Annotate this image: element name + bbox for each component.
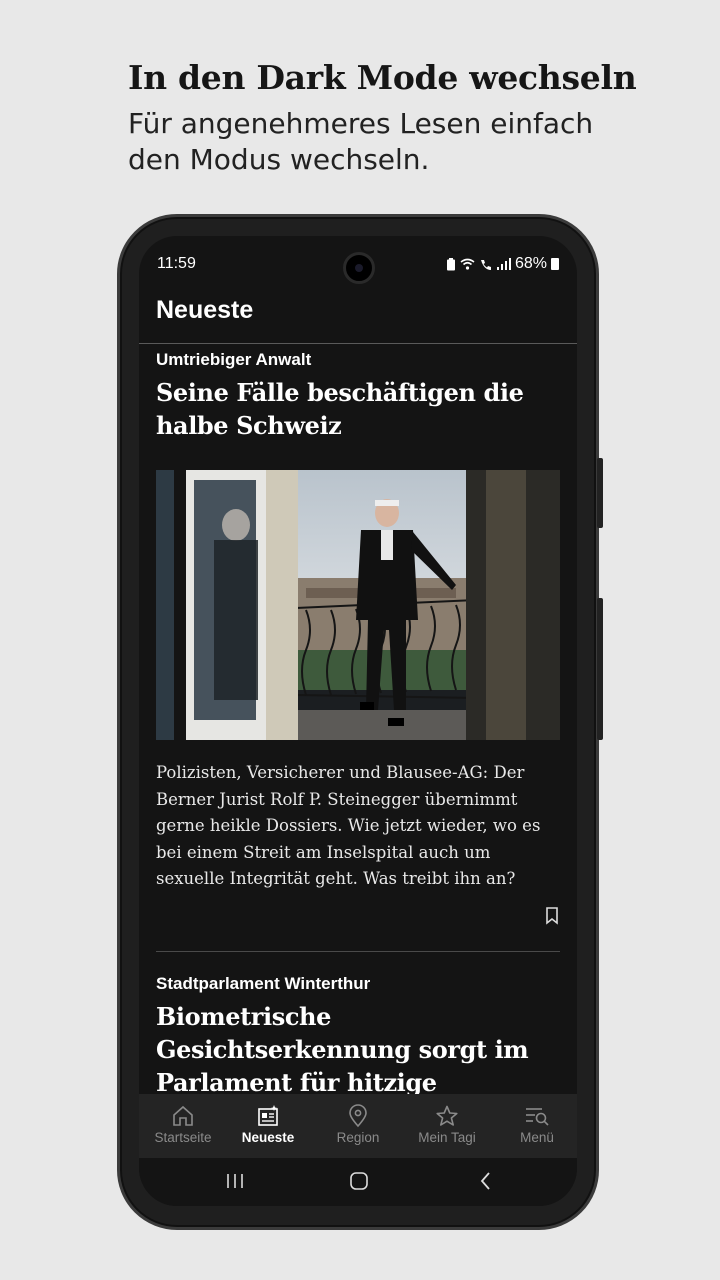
menu-search-icon (526, 1108, 549, 1126)
article-card[interactable]: Umtriebiger Anwalt Seine Fälle beschäfti… (156, 350, 560, 952)
phone-screen: 11:59 68% Neueste Umtriebiger Anwalt Sei… (139, 236, 577, 1206)
battery-saver-icon (446, 257, 455, 270)
battery-icon (551, 258, 559, 270)
article-feed[interactable]: Umtriebiger Anwalt Seine Fälle beschäfti… (156, 344, 560, 1132)
tab-menu[interactable]: Menü (493, 1094, 577, 1158)
volume-button (597, 458, 603, 528)
front-camera (343, 252, 375, 284)
tab-neueste[interactable]: Neueste (224, 1094, 312, 1158)
lawyer-photo (156, 470, 560, 740)
status-time: 11:59 (157, 255, 196, 272)
tab-label: Region (336, 1130, 380, 1145)
article-image[interactable] (156, 470, 560, 740)
battery-percent: 68% (514, 255, 547, 272)
status-bar: 11:59 68% (139, 236, 577, 294)
status-icons: 68% (446, 255, 559, 273)
back-icon[interactable] (476, 1170, 496, 1192)
tab-label: Startseite (154, 1130, 212, 1145)
article-lead: Polizisten, Versicherer und Blausee-AG: … (156, 763, 541, 888)
signal-icon (496, 258, 511, 270)
tab-mein-tagi[interactable]: Mein Tagi (403, 1094, 491, 1158)
tab-startseite[interactable]: Startseite (139, 1094, 227, 1158)
promo-subtitle: Für angenehmeres Lesen einfach den Modus… (128, 107, 594, 176)
article-kicker: Stadtparlament Winterthur (156, 973, 371, 993)
page-title: Neueste (156, 296, 254, 324)
wifi-call-icon (480, 259, 491, 270)
system-nav-bar (139, 1158, 577, 1206)
power-button (597, 598, 603, 740)
newspaper-icon (258, 1105, 278, 1126)
article-headline[interactable]: Seine Fälle beschäftigen die halbe Schwe… (156, 376, 560, 442)
recent-apps-icon[interactable] (225, 1170, 245, 1192)
location-pin-icon (349, 1104, 367, 1128)
article-kicker: Umtriebiger Anwalt (156, 350, 312, 369)
wifi-icon (460, 258, 475, 270)
bookmark-icon[interactable] (545, 906, 559, 925)
article-divider (156, 950, 560, 952)
bottom-tab-bar: Startseite Neueste Region Mein Tagi Menü (139, 1094, 577, 1158)
promo-title: In den Dark Mode wechseln (128, 58, 637, 97)
home-icon (173, 1105, 193, 1126)
tab-label: Menü (520, 1130, 554, 1145)
tab-region[interactable]: Region (314, 1094, 402, 1158)
tab-label: Mein Tagi (418, 1130, 476, 1145)
tab-label: Neueste (241, 1130, 295, 1145)
star-icon (436, 1105, 458, 1126)
app-header: Neueste (139, 294, 577, 344)
home-nav-icon[interactable] (349, 1170, 369, 1192)
